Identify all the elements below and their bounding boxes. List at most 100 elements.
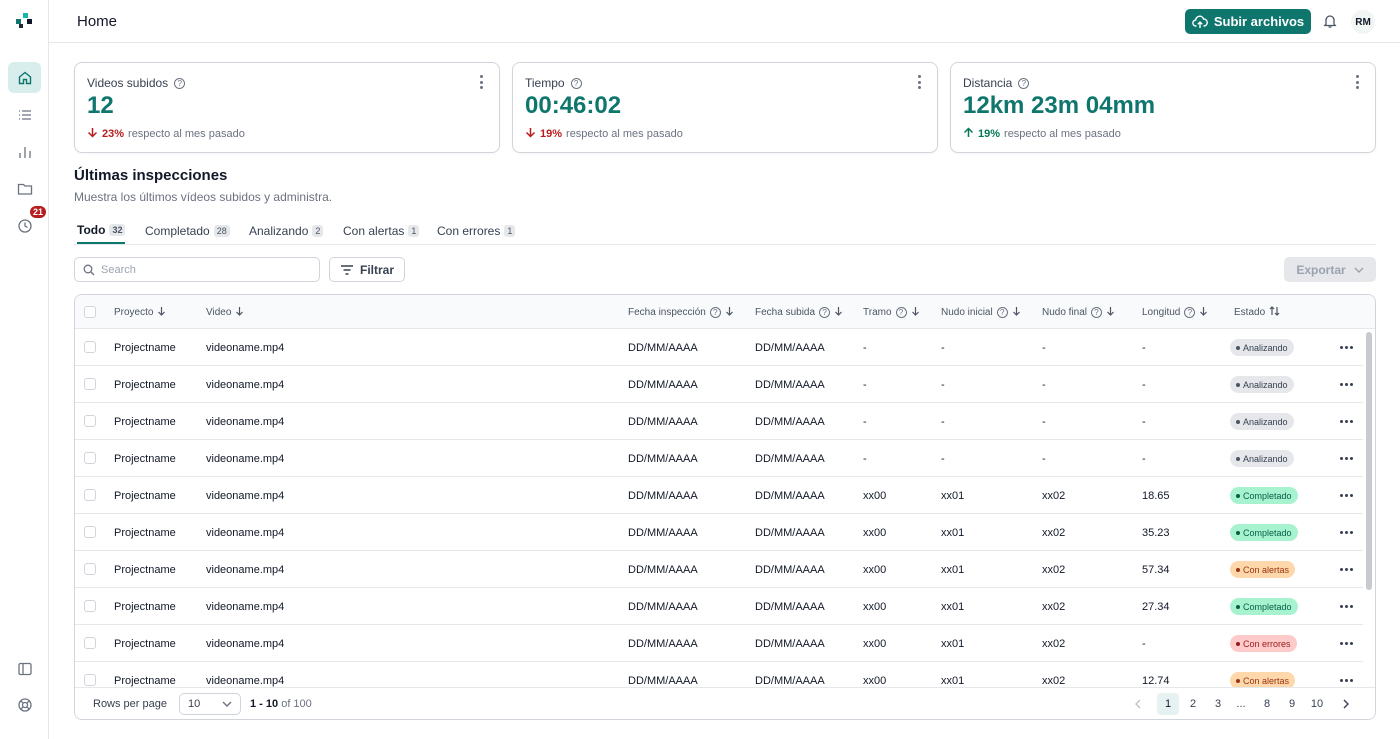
arrow-down-icon[interactable]: [1106, 306, 1115, 319]
help-icon[interactable]: ?: [1018, 77, 1030, 89]
tab-con-alertas[interactable]: Con alertas 1: [343, 218, 420, 244]
row-actions-icon[interactable]: [1340, 605, 1353, 608]
cell-fecha-subida: DD/MM/AAAA: [755, 600, 825, 613]
sort-icon[interactable]: [1269, 305, 1280, 319]
arrow-down-icon[interactable]: [1199, 306, 1208, 319]
table-row[interactable]: Projectname videoname.mp4 DD/MM/AAAA DD/MM/…: [75, 403, 1363, 440]
column-header-nudo-final[interactable]: Nudo final?: [1042, 295, 1115, 329]
column-header-fecha-subida[interactable]: Fecha subida?: [755, 295, 843, 329]
column-header-nudo-inicial[interactable]: Nudo inicial?: [941, 295, 1021, 329]
tab-completado[interactable]: Completado 28: [145, 218, 230, 244]
table-row[interactable]: Projectname videoname.mp4 DD/MM/AAAA DD/MM/…: [75, 551, 1363, 588]
more-options-icon[interactable]: [1355, 75, 1359, 89]
sidebar-item-list[interactable]: [8, 99, 41, 130]
row-checkbox[interactable]: [84, 637, 96, 649]
rows-per-page-select[interactable]: 10: [179, 693, 241, 715]
row-checkbox[interactable]: [84, 674, 96, 686]
table-row[interactable]: Projectname videoname.mp4 DD/MM/AAAA DD/MM/…: [75, 662, 1363, 687]
status-label: Completado: [1243, 527, 1292, 538]
row-checkbox[interactable]: [84, 563, 96, 575]
row-actions-icon[interactable]: [1340, 531, 1353, 534]
row-actions-icon[interactable]: [1340, 420, 1353, 423]
table-scrollbar[interactable]: [1365, 329, 1373, 687]
row-checkbox[interactable]: [84, 452, 96, 464]
tab-analizando[interactable]: Analizando 2: [249, 218, 324, 244]
cell-longitud: -: [1142, 452, 1146, 465]
column-header-tramo[interactable]: Tramo?: [863, 295, 920, 329]
help-icon[interactable]: ?: [1184, 306, 1196, 318]
table-row[interactable]: Projectname videoname.mp4 DD/MM/AAAA DD/MM/…: [75, 329, 1363, 366]
cell-longitud: -: [1142, 341, 1146, 354]
bell-icon[interactable]: [1322, 13, 1338, 29]
sidebar-item-home[interactable]: [8, 62, 41, 93]
search-input[interactable]: [101, 263, 301, 276]
cell-longitud: -: [1142, 415, 1146, 428]
sidebar-item-stats[interactable]: [8, 136, 41, 167]
select-all-checkbox[interactable]: [84, 306, 96, 318]
row-actions-icon[interactable]: [1340, 568, 1353, 571]
row-actions-icon[interactable]: [1340, 642, 1353, 645]
arrow-down-icon[interactable]: [235, 306, 244, 319]
table-row[interactable]: Projectname videoname.mp4 DD/MM/AAAA DD/MM/…: [75, 588, 1363, 625]
page-button[interactable]: 1: [1157, 693, 1179, 715]
row-checkbox[interactable]: [84, 415, 96, 427]
row-actions-icon[interactable]: [1340, 383, 1353, 386]
page-button[interactable]: 8: [1256, 693, 1278, 715]
export-button[interactable]: Exportar: [1284, 257, 1376, 282]
arrow-down-icon[interactable]: [1012, 306, 1021, 319]
row-checkbox[interactable]: [84, 489, 96, 501]
page-button[interactable]: 2: [1182, 693, 1204, 715]
table-row[interactable]: Projectname videoname.mp4 DD/MM/AAAA DD/MM/…: [75, 625, 1363, 662]
help-icon[interactable]: ?: [174, 77, 186, 89]
prev-page-button[interactable]: [1127, 693, 1149, 715]
help-icon[interactable]: ?: [996, 306, 1008, 318]
next-page-button[interactable]: [1335, 693, 1357, 715]
arrow-up-icon: [963, 127, 974, 141]
arrow-down-icon[interactable]: [911, 306, 920, 319]
column-header-longitud[interactable]: Longitud?: [1142, 295, 1208, 329]
help-icon[interactable]: ?: [895, 306, 907, 318]
arrow-down-icon[interactable]: [725, 306, 734, 319]
help-icon[interactable]: ?: [1091, 306, 1103, 318]
sidebar-item-support[interactable]: [8, 689, 41, 720]
tab-con-errores[interactable]: Con errores 1: [437, 218, 516, 244]
table-row[interactable]: Projectname videoname.mp4 DD/MM/AAAA DD/MM/…: [75, 366, 1363, 403]
column-header-estado[interactable]: Estado: [1234, 295, 1280, 329]
help-icon[interactable]: ?: [709, 306, 721, 318]
tab-todo[interactable]: Todo 32: [77, 218, 126, 244]
row-checkbox[interactable]: [84, 600, 96, 612]
scrollbar-thumb[interactable]: [1366, 332, 1372, 590]
page-button[interactable]: 3: [1207, 693, 1229, 715]
upload-button[interactable]: Subir archivos: [1185, 9, 1311, 34]
column-header-video[interactable]: Video: [206, 295, 244, 329]
sidebar-toggle[interactable]: [8, 653, 41, 684]
stat-card: Distancia? 12km 23m 04mm 19% respecto al me…: [950, 62, 1376, 153]
more-options-icon[interactable]: [917, 75, 921, 89]
app-logo[interactable]: [16, 13, 34, 29]
row-checkbox[interactable]: [84, 526, 96, 538]
row-checkbox[interactable]: [84, 341, 96, 353]
row-actions-icon[interactable]: [1340, 457, 1353, 460]
arrow-down-icon[interactable]: [834, 306, 843, 319]
page-button[interactable]: 9: [1281, 693, 1303, 715]
avatar[interactable]: RM: [1351, 10, 1375, 34]
column-label: Estado: [1234, 306, 1266, 318]
help-icon[interactable]: ?: [570, 77, 582, 89]
column-header-fecha-inspección[interactable]: Fecha inspección?: [628, 295, 734, 329]
table-row[interactable]: Projectname videoname.mp4 DD/MM/AAAA DD/MM/…: [75, 514, 1363, 551]
row-actions-icon[interactable]: [1340, 679, 1353, 682]
row-actions-icon[interactable]: [1340, 494, 1353, 497]
cell-nudo-final: -: [1042, 378, 1046, 391]
column-header-proyecto[interactable]: Proyecto: [114, 295, 166, 329]
page-button[interactable]: 10: [1304, 693, 1330, 715]
table-row[interactable]: Projectname videoname.mp4 DD/MM/AAAA DD/MM/…: [75, 440, 1363, 477]
filter-button[interactable]: Filtrar: [329, 257, 405, 282]
arrow-down-icon[interactable]: [157, 306, 166, 319]
row-checkbox[interactable]: [84, 378, 96, 390]
more-options-icon[interactable]: [479, 75, 483, 89]
help-icon[interactable]: ?: [819, 306, 831, 318]
table-row[interactable]: Projectname videoname.mp4 DD/MM/AAAA DD/MM/…: [75, 477, 1363, 514]
sidebar-item-folders[interactable]: [8, 173, 41, 204]
row-actions-icon[interactable]: [1340, 346, 1353, 349]
search-box[interactable]: [74, 257, 320, 282]
